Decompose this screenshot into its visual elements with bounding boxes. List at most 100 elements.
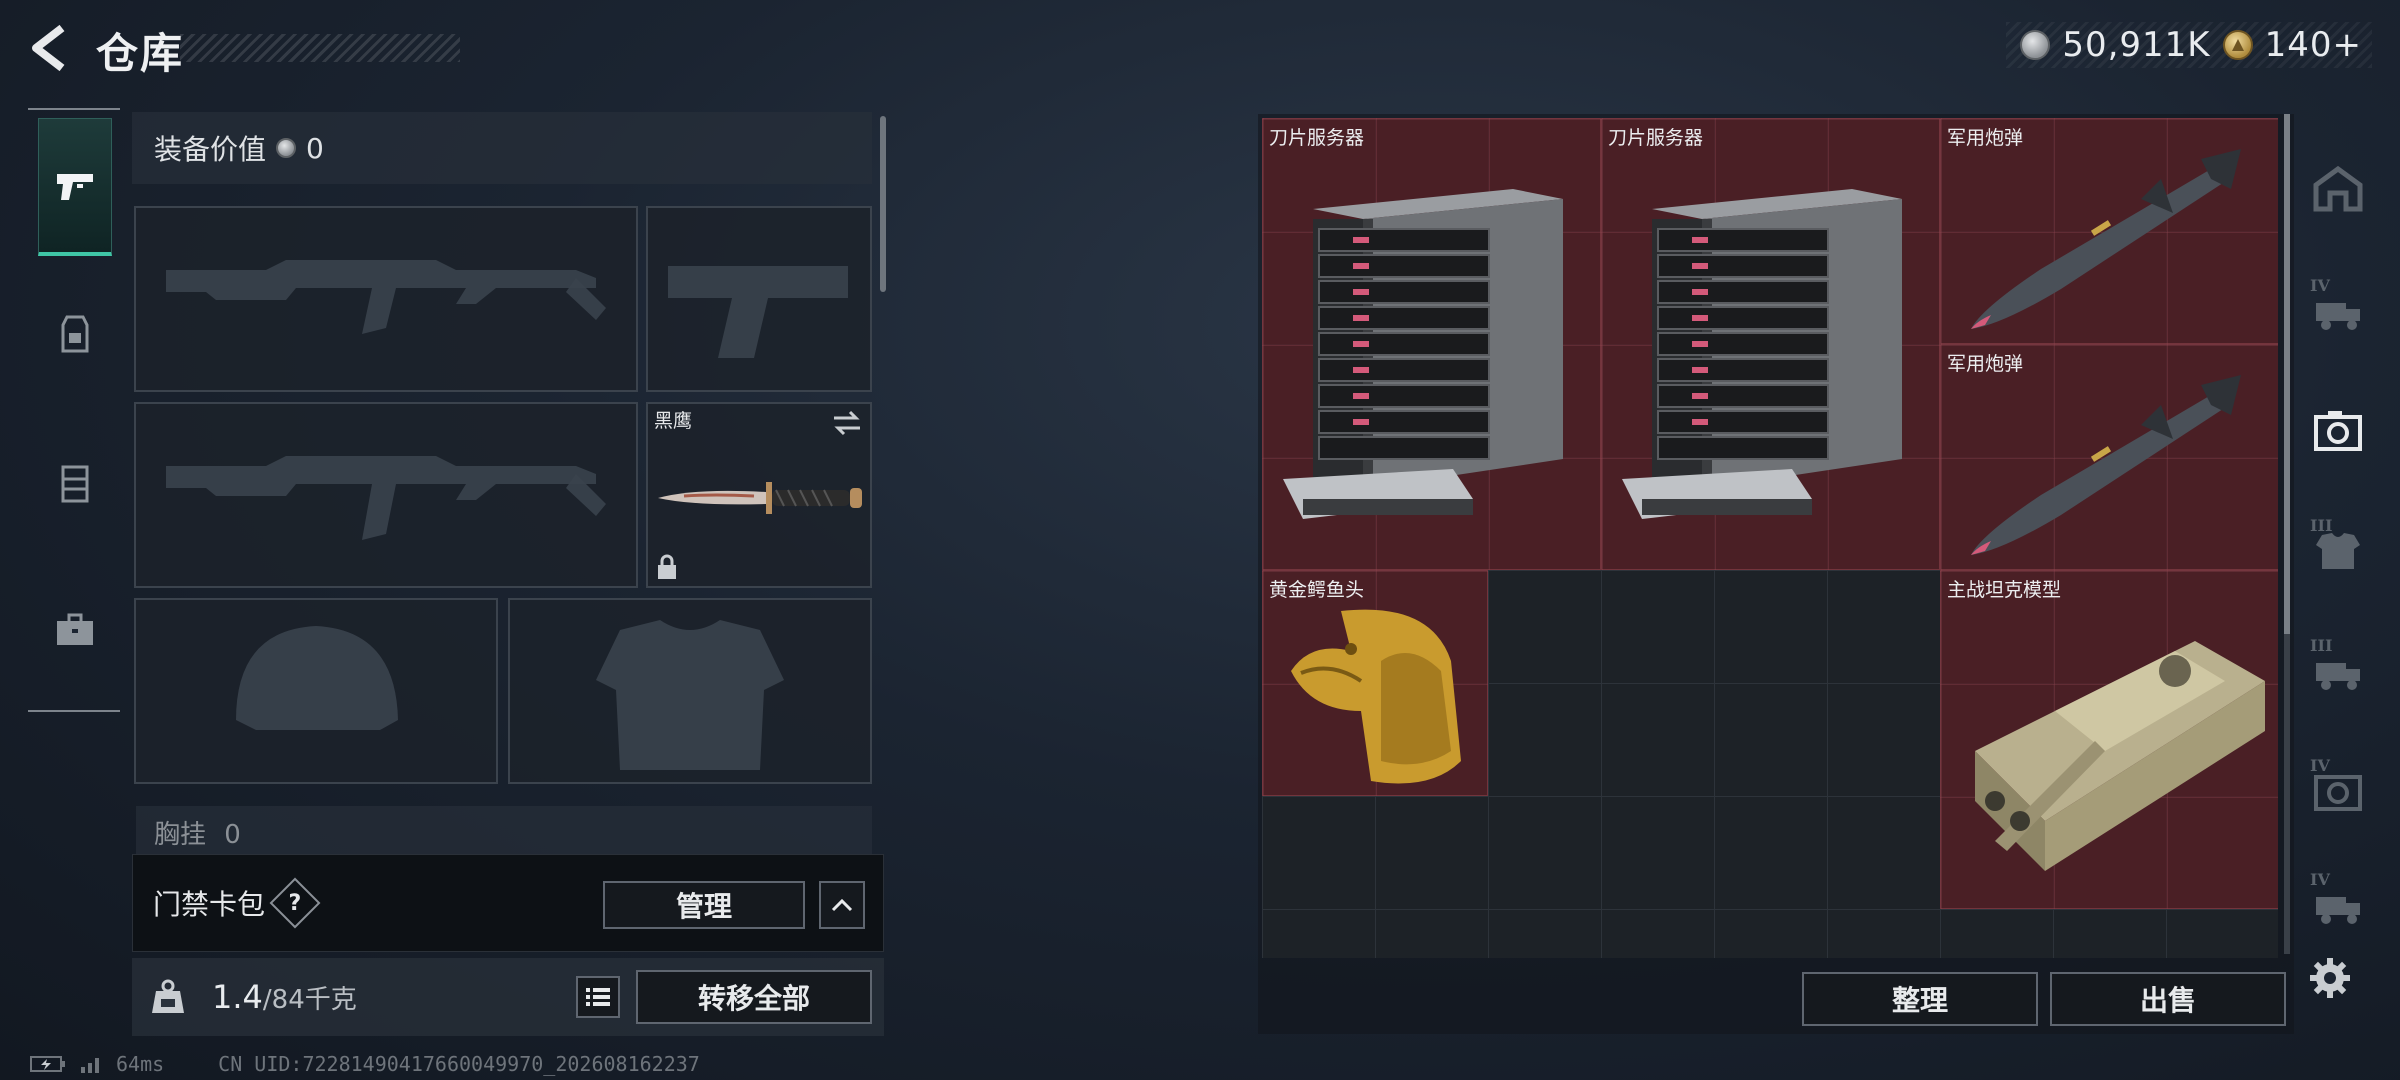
tab-case[interactable] [38, 560, 112, 698]
item-name: 刀片服务器 [1269, 127, 1365, 149]
knife-icon [658, 482, 862, 514]
tank-icon [1975, 641, 2265, 871]
gold-coin-icon [2222, 30, 2253, 60]
transfer-all-button[interactable]: 转移全部 [636, 970, 872, 1024]
equipment-value-bar: 装备价值 0 [132, 112, 872, 184]
silver-amount: 50,911K [2062, 25, 2211, 65]
keycard-bar: 门禁卡包 ? 管理 [132, 854, 884, 952]
chest-rig-label: 胸挂 [154, 820, 207, 850]
weight-current: 1.4 [212, 978, 263, 1016]
list-view-button[interactable] [576, 976, 620, 1018]
truck-icon [2316, 303, 2360, 330]
storage-item[interactable]: 军用炮弹 [1940, 344, 2278, 570]
storage-item[interactable]: 主战坦克模型 [1940, 570, 2278, 909]
storage-item[interactable]: 刀片服务器 [1262, 118, 1601, 570]
collapse-button[interactable] [819, 881, 865, 929]
tab-backpack[interactable] [38, 264, 112, 402]
server-icon [1283, 189, 1563, 519]
rig-icon [61, 465, 89, 503]
signal-icon [81, 1058, 99, 1073]
weight-icon [144, 973, 192, 1021]
storage-item[interactable]: 刀片服务器 [1601, 118, 1940, 570]
helmet-slot[interactable] [134, 598, 498, 784]
storage-item[interactable]: 军用炮弹 [1940, 118, 2278, 344]
armor-placeholder-icon [596, 620, 784, 770]
divider [28, 710, 120, 712]
help-icon: ? [288, 890, 302, 916]
gold-croc-head-icon [1291, 609, 1461, 784]
storage-tab-7[interactable]: IV [2300, 850, 2376, 960]
back-button[interactable] [26, 22, 74, 74]
tier-label: IV [2310, 870, 2330, 889]
list-icon [586, 988, 610, 1006]
backpack-icon [61, 315, 89, 353]
chest-rig-section: 胸挂 0 [136, 806, 872, 856]
silver-coin-icon [276, 138, 297, 158]
gear-icon [2310, 958, 2350, 998]
rifle-placeholder-icon [166, 260, 606, 334]
tier-label: IV [2310, 756, 2330, 775]
divider [28, 108, 120, 110]
chest-rig-value: 0 [224, 820, 241, 850]
shell-icon [1971, 149, 2241, 329]
truck-icon [2316, 897, 2360, 924]
equipment-scrollbar[interactable] [880, 116, 886, 292]
tab-weapons[interactable] [38, 118, 112, 256]
storage-tab-bar: IV III III IV IV [2290, 70, 2390, 940]
pistol-placeholder-icon [668, 266, 848, 358]
equipment-value-amount: 0 [306, 131, 324, 165]
uid-text: CN UID:72281490417660049970_202608162237 [218, 1052, 700, 1076]
secondary-weapon-slot[interactable] [134, 402, 638, 588]
ping-text: 64ms [116, 1052, 165, 1076]
tab-chest-rig[interactable] [38, 414, 112, 552]
storage-item[interactable]: 黄金鳄鱼头 [1262, 570, 1488, 796]
swap-icon[interactable] [832, 410, 862, 436]
storage-panel: 刀片服务器 刀片服务器 军用炮弹 军用炮弹 黄金鳄鱼头 主战坦克模型 整理 出售 [1258, 114, 2294, 1034]
settings-button[interactable] [2302, 950, 2358, 1006]
briefcase-icon [57, 613, 93, 645]
pistol-icon [57, 173, 93, 200]
equipment-value-label: 装备价值 [154, 133, 267, 166]
tier-label: III [2310, 516, 2333, 535]
tier-label: IV [2310, 276, 2330, 295]
item-name: 黄金鳄鱼头 [1269, 579, 1365, 601]
left-tab-bar [28, 108, 124, 712]
back-arrow-icon [32, 24, 65, 72]
help-button[interactable]: ? [269, 877, 321, 929]
title-decoration [180, 34, 460, 62]
silver-coin-icon [2020, 30, 2051, 60]
shell-icon [1971, 375, 2241, 555]
melee-name: 黑鹰 [654, 410, 693, 432]
storage-tab-5[interactable]: III [2300, 616, 2376, 726]
equipment-panel: 装备价值 0 黑鹰 [132, 112, 884, 832]
manage-button[interactable]: 管理 [603, 881, 805, 929]
gold-amount[interactable]: 140+ [2265, 25, 2362, 65]
rifle-placeholder-icon [166, 456, 606, 540]
weight-bar: 1.4 /84千克 转移全部 [132, 958, 884, 1036]
camera-icon [2314, 411, 2362, 451]
page-title: 仓库 [96, 29, 185, 78]
sell-button[interactable]: 出售 [2050, 972, 2286, 1026]
storage-tab-3[interactable] [2300, 376, 2376, 486]
lock-icon [658, 554, 676, 579]
storage-tab-2[interactable]: IV [2300, 256, 2376, 366]
status-bar: 64ms CN UID:72281490417660049970_2026081… [30, 1052, 700, 1076]
sort-button[interactable]: 整理 [1802, 972, 2038, 1026]
armor-slot[interactable] [508, 598, 872, 784]
melee-slot[interactable]: 黑鹰 [646, 402, 872, 588]
chevron-up-icon [831, 898, 853, 912]
storage-tab-main[interactable] [2300, 134, 2376, 244]
truck-icon [2316, 663, 2360, 690]
tier-label: III [2310, 636, 2333, 655]
weight-max: /84千克 [262, 984, 357, 1015]
armor-icon [2316, 533, 2360, 569]
storage-tab-4[interactable]: III [2300, 496, 2376, 606]
home-icon [2313, 165, 2363, 212]
storage-grid[interactable]: 刀片服务器 刀片服务器 军用炮弹 军用炮弹 黄金鳄鱼头 主战坦克模型 [1262, 118, 2278, 958]
storage-tab-6[interactable]: IV [2300, 736, 2376, 846]
primary-weapon-slot[interactable] [134, 206, 638, 392]
battery-icon [30, 1056, 65, 1072]
item-name: 刀片服务器 [1608, 127, 1704, 149]
currency-bar: 50,911K 140+ [2006, 22, 2372, 68]
sidearm-slot[interactable] [646, 206, 872, 392]
